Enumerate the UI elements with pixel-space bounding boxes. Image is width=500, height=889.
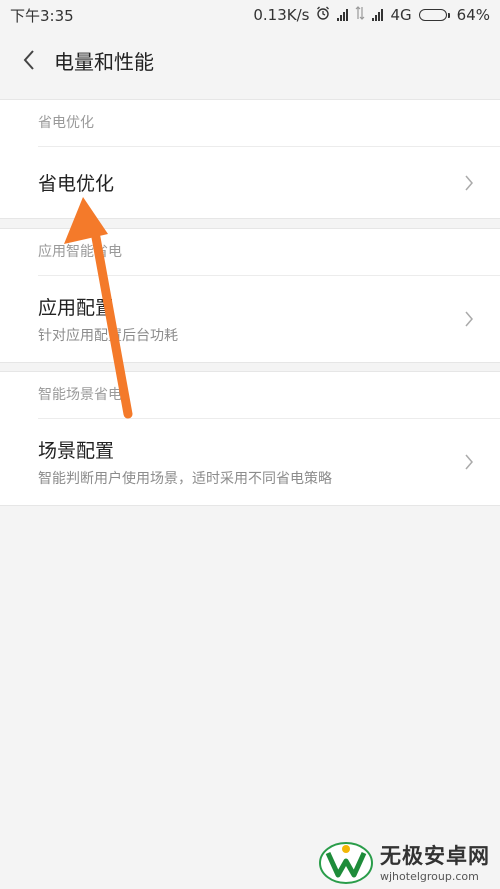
scene-config-item[interactable]: 场景配置 智能判断用户使用场景，适时采用不同省电策略 bbox=[0, 419, 500, 505]
watermark-name: 无极安卓网 bbox=[380, 843, 490, 868]
battery-percent: 64% bbox=[456, 6, 490, 24]
watermark-url: wjhotelgroup.com bbox=[380, 869, 479, 883]
signal-icon bbox=[337, 9, 349, 21]
section-header: 应用智能省电 bbox=[38, 244, 122, 260]
back-button[interactable] bbox=[14, 45, 44, 75]
chevron-left-icon bbox=[23, 50, 34, 70]
battery-icon bbox=[418, 9, 450, 21]
section-header: 省电优化 bbox=[38, 115, 94, 131]
status-time: 下午3:35 bbox=[10, 6, 74, 25]
item-subtitle: 针对应用配置后台功耗 bbox=[38, 328, 178, 344]
network-type: 4G bbox=[390, 6, 412, 24]
section-header: 智能场景省电 bbox=[38, 387, 122, 403]
item-label: 场景配置 bbox=[38, 440, 115, 462]
alarm-icon bbox=[316, 6, 330, 24]
chevron-right-icon bbox=[465, 311, 473, 327]
chevron-right-icon bbox=[465, 454, 473, 470]
title-bar: 电量和性能 bbox=[0, 30, 500, 90]
status-bar: 下午3:35 0.13K/s 4G 64% bbox=[0, 0, 500, 30]
item-label: 省电优化 bbox=[38, 173, 115, 195]
power-optimize-item[interactable]: 省电优化 bbox=[0, 147, 500, 218]
watermark: 无极安卓网 wjhotelgroup.com bbox=[318, 837, 490, 885]
chevron-right-icon bbox=[465, 175, 473, 190]
signal-icon-2 bbox=[372, 9, 384, 21]
app-config-item[interactable]: 应用配置 针对应用配置后台功耗 bbox=[0, 276, 500, 362]
section-scene-smart-save: 智能场景省电 场景配置 智能判断用户使用场景，适时采用不同省电策略 bbox=[0, 371, 500, 506]
status-icons: 0.13K/s 4G 64% bbox=[253, 6, 490, 24]
net-speed: 0.13K/s bbox=[253, 6, 310, 24]
watermark-logo-icon bbox=[319, 842, 373, 884]
item-label: 应用配置 bbox=[38, 297, 115, 319]
data-transfer-icon bbox=[355, 6, 365, 24]
section-app-smart-save: 应用智能省电 应用配置 针对应用配置后台功耗 bbox=[0, 228, 500, 363]
page-title: 电量和性能 bbox=[54, 49, 154, 74]
section-power-optimize: 省电优化 省电优化 bbox=[0, 99, 500, 219]
item-subtitle: 智能判断用户使用场景，适时采用不同省电策略 bbox=[38, 471, 332, 487]
